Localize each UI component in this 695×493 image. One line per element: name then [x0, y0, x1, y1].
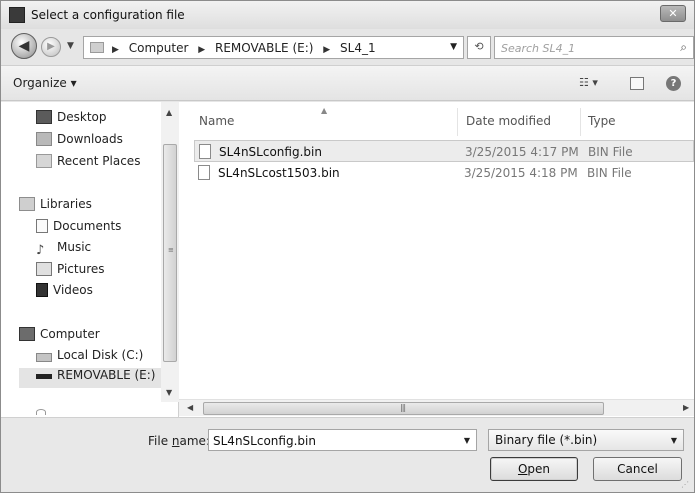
music-icon: ♪	[36, 243, 45, 258]
sidebar-item-documents[interactable]: Documents	[36, 219, 121, 239]
network-icon	[36, 409, 46, 415]
downloads-icon	[36, 132, 52, 146]
documents-icon	[36, 219, 48, 233]
command-toolbar: Organize ▾ ☷ ▾ ?	[1, 65, 694, 101]
forward-button[interactable]: ▶	[41, 37, 61, 57]
column-header-name[interactable]: Name	[199, 114, 234, 128]
address-dropdown-icon[interactable]: ▼	[450, 42, 457, 52]
breadcrumb-separator-icon[interactable]: ▶	[112, 45, 119, 55]
breadcrumb-removable[interactable]: REMOVABLE (E:)	[215, 41, 313, 55]
title-bar[interactable]: Select a configuration file ✕	[1, 1, 694, 29]
file-name-input[interactable]	[213, 433, 453, 448]
sort-ascending-icon: ▲	[321, 106, 328, 115]
column-header-type[interactable]: Type	[588, 114, 616, 128]
scroll-right-icon[interactable]: ▶	[683, 403, 689, 412]
close-button[interactable]: ✕	[660, 5, 686, 22]
sidebar-item-computer[interactable]: Computer	[19, 327, 100, 347]
sidebar-item-local-disk[interactable]: Local Disk (C:)	[36, 348, 143, 368]
file-type-filter-select[interactable]: Binary file (*.bin) ▼	[488, 429, 684, 451]
scroll-thumb[interactable]: |||	[203, 402, 604, 415]
removable-drive-icon	[36, 374, 52, 379]
window-title: Select a configuration file	[31, 8, 185, 22]
desktop-icon	[36, 110, 52, 124]
app-icon	[9, 7, 25, 23]
sidebar-item-music[interactable]: ♪ Music	[36, 240, 91, 260]
open-button[interactable]: Open	[490, 457, 578, 481]
file-icon	[199, 144, 211, 159]
grip-icon: ≡	[168, 246, 174, 254]
navigation-pane-scrollbar[interactable]: ▲ ≡ ▼	[161, 102, 179, 402]
sidebar-item-downloads[interactable]: Downloads	[36, 132, 123, 152]
cancel-button[interactable]: Cancel	[593, 457, 682, 481]
breadcrumb-sl4-1[interactable]: SL4_1	[340, 41, 376, 55]
file-open-dialog: Select a configuration file ✕ ◀ ▶ ▼ ▶ Co…	[0, 0, 695, 493]
address-bar[interactable]: ▶ Computer ▶ REMOVABLE (E:) ▶ SL4_1 ▼	[83, 36, 464, 59]
file-list[interactable]: ▲ Name Date modified Type SL4nSLconfig.b…	[179, 102, 694, 417]
dialog-footer: File name: ▼ Binary file (*.bin) ▼ Open …	[1, 417, 694, 492]
change-view-button[interactable]: ☷ ▾	[579, 76, 598, 89]
column-header-date-modified[interactable]: Date modified	[466, 114, 551, 128]
file-type: BIN File	[587, 166, 632, 180]
file-name-combobox[interactable]: ▼	[208, 429, 477, 451]
grip-icon: |||	[400, 403, 406, 412]
scroll-thumb[interactable]: ≡	[163, 144, 177, 362]
file-row[interactable]: SL4nSLconfig.bin 3/25/2015 4:17 PM BIN F…	[194, 140, 694, 162]
file-name: SL4nSLconfig.bin	[219, 145, 322, 159]
back-button[interactable]: ◀	[11, 33, 37, 59]
scroll-left-icon[interactable]: ◀	[187, 403, 193, 412]
file-row[interactable]: SL4nSLcost1503.bin 3/25/2015 4:18 PM BIN…	[194, 162, 694, 184]
sidebar-item-desktop[interactable]: Desktop	[36, 110, 107, 130]
file-name-label: File name:	[148, 434, 210, 448]
file-icon	[198, 165, 210, 180]
folder-icon	[90, 42, 104, 53]
chevron-down-icon[interactable]: ▼	[671, 436, 677, 445]
refresh-button[interactable]: ⟲	[467, 36, 491, 59]
chevron-down-icon[interactable]: ▼	[464, 436, 470, 445]
search-box[interactable]: ⌕	[494, 36, 694, 59]
search-icon[interactable]: ⌕	[680, 40, 687, 55]
search-input[interactable]	[501, 40, 661, 56]
computer-icon	[19, 327, 35, 341]
file-name: SL4nSLcost1503.bin	[218, 166, 340, 180]
pictures-icon	[36, 262, 52, 276]
local-disk-icon	[36, 353, 52, 362]
sidebar-item-removable[interactable]: REMOVABLE (E:)	[19, 368, 162, 388]
videos-icon	[36, 283, 48, 297]
breadcrumb: ▶ Computer ▶ REMOVABLE (E:) ▶ SL4_1	[112, 41, 382, 55]
breadcrumb-separator-icon[interactable]: ▶	[323, 45, 330, 55]
organize-button[interactable]: Organize ▾	[13, 76, 77, 90]
preview-pane-button[interactable]	[630, 77, 644, 90]
sidebar-item-recent-places[interactable]: Recent Places	[36, 154, 140, 174]
breadcrumb-computer[interactable]: Computer	[129, 41, 189, 55]
file-date-modified: 3/25/2015 4:18 PM	[464, 166, 578, 180]
recent-locations-dropdown-icon[interactable]: ▼	[67, 41, 74, 51]
navigation-pane[interactable]: Desktop Downloads Recent Places Librarie…	[1, 102, 179, 417]
file-list-horizontal-scrollbar[interactable]: ◀ ||| ▶	[179, 399, 694, 416]
help-button[interactable]: ?	[666, 76, 681, 91]
navigation-bar: ◀ ▶ ▼ ▶ Computer ▶ REMOVABLE (E:) ▶ SL4_…	[1, 29, 694, 65]
file-date-modified: 3/25/2015 4:17 PM	[465, 145, 579, 159]
recent-places-icon	[36, 154, 52, 168]
column-divider[interactable]	[580, 108, 581, 136]
sidebar-item-pictures[interactable]: Pictures	[36, 262, 105, 282]
resize-grip-icon[interactable]: ⋰	[681, 480, 689, 489]
sidebar-item-videos[interactable]: Videos	[36, 283, 93, 303]
sidebar-item-libraries[interactable]: Libraries	[19, 197, 92, 217]
column-divider[interactable]	[457, 108, 458, 136]
breadcrumb-separator-icon[interactable]: ▶	[198, 45, 205, 55]
libraries-icon	[19, 197, 35, 211]
scroll-down-icon[interactable]: ▼	[166, 388, 172, 397]
file-type-filter-value: Binary file (*.bin)	[495, 433, 598, 447]
scroll-up-icon[interactable]: ▲	[166, 108, 172, 117]
file-type: BIN File	[588, 145, 633, 159]
